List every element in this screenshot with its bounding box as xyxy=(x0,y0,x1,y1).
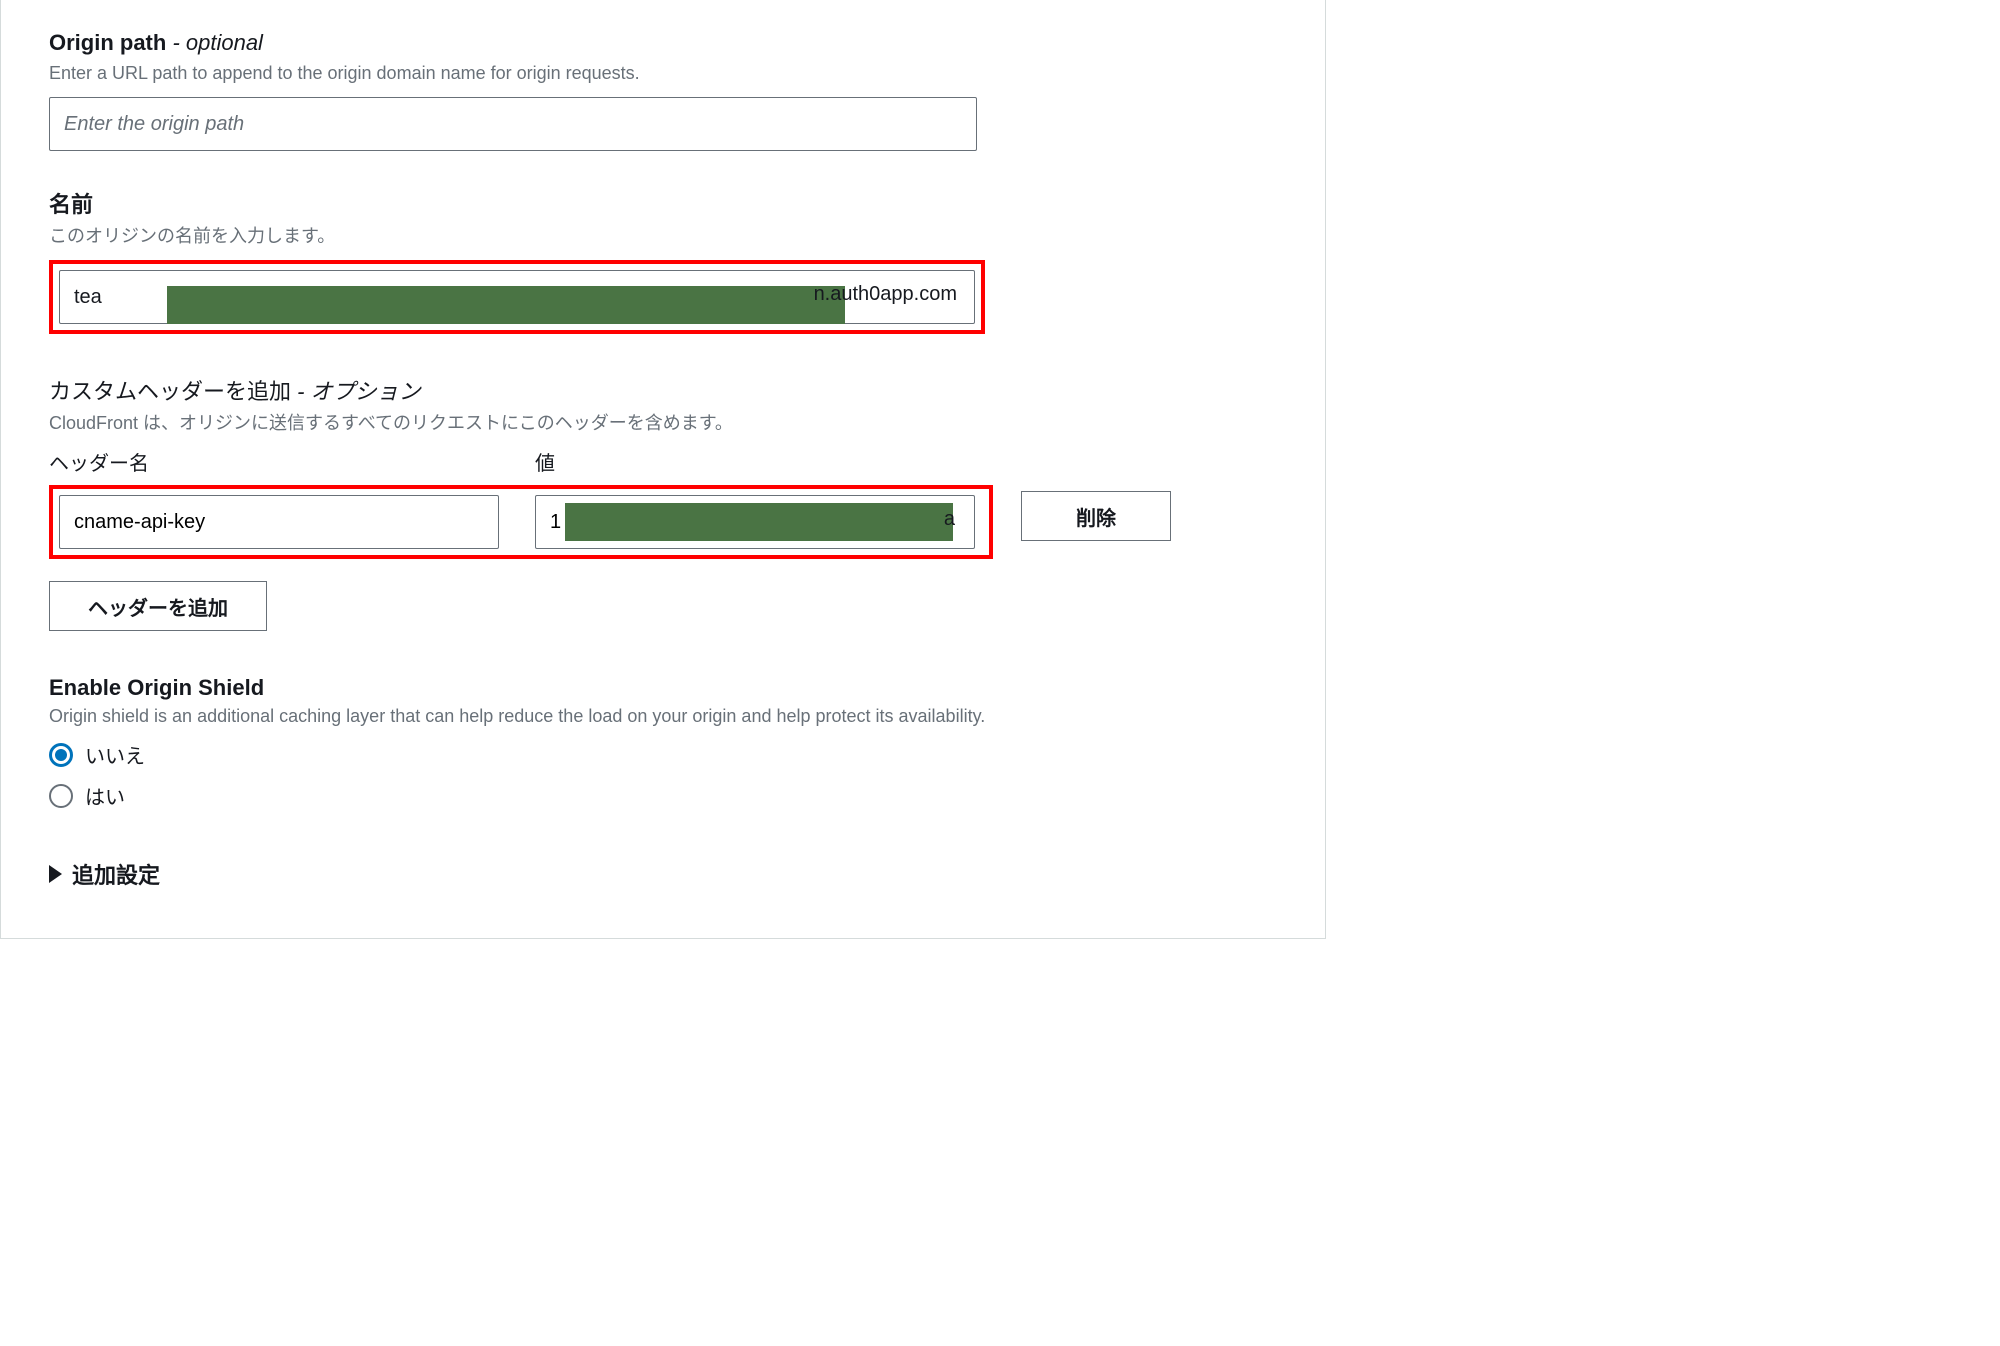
origin-name-label: 名前 xyxy=(49,192,93,217)
header-value-input[interactable] xyxy=(535,495,975,549)
header-name-col-label: ヘッダー名 xyxy=(49,447,149,476)
origin-name-highlight: n.auth0app.com xyxy=(49,260,985,334)
header-value-col-label: 値 xyxy=(535,447,555,476)
origin-name-field: 名前 このオリジンの名前を入力します。 n.auth0app.com xyxy=(49,187,1277,334)
origin-name-input[interactable] xyxy=(59,270,975,324)
add-header-button[interactable]: ヘッダーを追加 xyxy=(49,581,267,631)
origin-shield-section: Enable Origin Shield Origin shield is an… xyxy=(49,675,1277,810)
origin-shield-yes-row[interactable]: はい xyxy=(49,781,1277,810)
origin-name-desc: このオリジンの名前を入力します。 xyxy=(49,223,1277,250)
radio-icon[interactable] xyxy=(49,743,73,767)
origin-shield-desc: Origin shield is an additional caching l… xyxy=(49,703,1277,730)
custom-header-desc: CloudFront は、オリジンに送信するすべてのリクエストにこのヘッダーを含… xyxy=(49,410,1277,437)
custom-header-section: カスタムヘッダーを追加 - オプション CloudFront は、オリジンに送信… xyxy=(49,374,1277,631)
origin-shield-no-label: いいえ xyxy=(85,740,145,769)
origin-path-field: Origin path - optional Enter a URL path … xyxy=(49,30,1277,151)
custom-header-row-highlight: a xyxy=(49,485,993,559)
origin-path-input[interactable] xyxy=(49,97,977,151)
origin-shield-label: Enable Origin Shield xyxy=(49,675,1277,701)
custom-header-label: カスタムヘッダーを追加 - オプション xyxy=(49,379,421,404)
advanced-settings-label: 追加設定 xyxy=(72,858,160,890)
advanced-settings-toggle[interactable]: 追加設定 xyxy=(49,858,1277,890)
radio-icon[interactable] xyxy=(49,784,73,808)
origin-settings-panel: Origin path - optional Enter a URL path … xyxy=(0,0,1326,939)
origin-path-desc: Enter a URL path to append to the origin… xyxy=(49,60,1277,87)
origin-path-label: Origin path - optional xyxy=(49,30,263,55)
caret-right-icon xyxy=(49,865,62,883)
header-name-input[interactable] xyxy=(59,495,499,549)
delete-header-button[interactable]: 削除 xyxy=(1021,491,1171,541)
origin-shield-yes-label: はい xyxy=(85,781,125,810)
origin-shield-no-row[interactable]: いいえ xyxy=(49,740,1277,769)
